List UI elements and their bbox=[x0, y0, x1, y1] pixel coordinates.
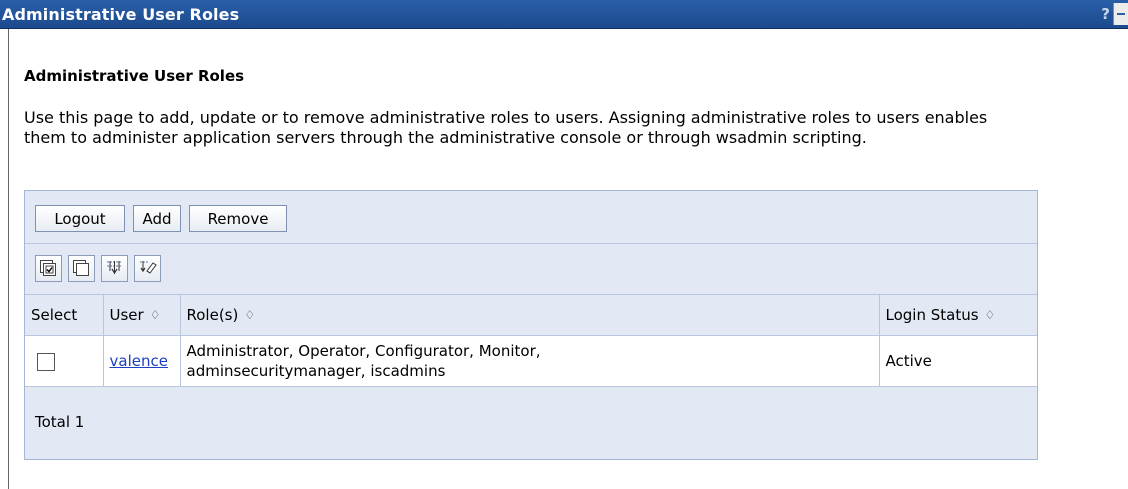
deselect-all-icon[interactable] bbox=[68, 255, 95, 282]
clear-filter-icon[interactable] bbox=[134, 255, 161, 282]
table-header-row: Select User ♢ Role(s) ♢ Login Status ♢ bbox=[25, 295, 1037, 336]
icon-toolbar bbox=[25, 244, 1037, 295]
row-select-cell bbox=[25, 335, 104, 387]
table-footer: Total 1 bbox=[25, 397, 1037, 459]
help-icon[interactable]: ? bbox=[1101, 5, 1110, 23]
user-roles-table: Select User ♢ Role(s) ♢ Login Status ♢ vale… bbox=[25, 295, 1037, 387]
button-bar: Logout Add Remove bbox=[25, 191, 1037, 244]
row-user-cell: valence bbox=[103, 335, 181, 387]
total-count: Total 1 bbox=[35, 413, 85, 431]
user-roles-panel: Logout Add Remove Select User ♢ Role(s) … bbox=[24, 190, 1038, 460]
roles-text-line: Administrator, Operator, Configurator, M… bbox=[186, 342, 541, 360]
table-row: valence Administrator, Operator, Configu… bbox=[25, 335, 1037, 387]
roles-text-line: adminsecuritymanager, iscadmins bbox=[186, 362, 446, 380]
sort-icon[interactable]: ♢ bbox=[985, 308, 996, 322]
column-header-roles[interactable]: Role(s) ♢ bbox=[180, 295, 880, 336]
column-header-login-status[interactable]: Login Status ♢ bbox=[879, 295, 1037, 336]
row-roles-cell: Administrator, Operator, Configurator, M… bbox=[180, 335, 880, 387]
login-status: Active bbox=[885, 352, 932, 370]
user-link[interactable]: valence bbox=[110, 352, 168, 370]
remove-button[interactable]: Remove bbox=[189, 205, 287, 232]
left-divider bbox=[8, 29, 9, 489]
column-header-user[interactable]: User ♢ bbox=[103, 295, 181, 336]
logout-button[interactable]: Logout bbox=[35, 205, 125, 232]
minimize-icon[interactable] bbox=[1113, 3, 1128, 25]
page-description: Use this page to add, update or to remov… bbox=[24, 108, 988, 147]
window-title-bar: Administrative User Roles ? bbox=[0, 0, 1128, 29]
page-title: Administrative User Roles bbox=[24, 67, 245, 85]
show-filter-icon[interactable] bbox=[101, 255, 128, 282]
row-checkbox[interactable] bbox=[37, 352, 55, 371]
sort-icon[interactable]: ♢ bbox=[150, 308, 161, 322]
column-header-select: Select bbox=[25, 295, 104, 336]
window-title: Administrative User Roles bbox=[2, 5, 240, 24]
add-button[interactable]: Add bbox=[133, 205, 181, 232]
sort-icon[interactable]: ♢ bbox=[244, 308, 255, 322]
select-all-icon[interactable] bbox=[35, 255, 62, 282]
row-login-status-cell: Active bbox=[879, 335, 1037, 387]
